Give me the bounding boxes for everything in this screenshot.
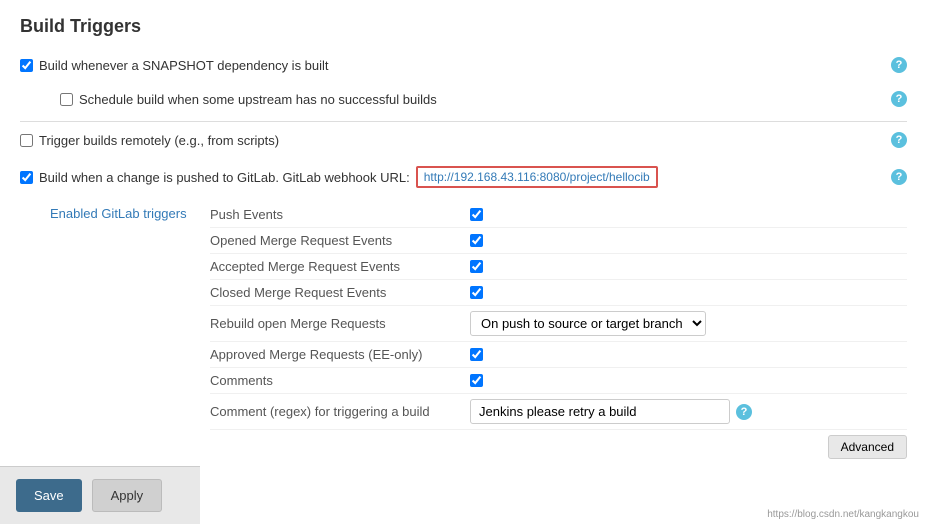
- push-events-label: Push Events: [210, 207, 470, 222]
- rebuild-mr-select[interactable]: Never On push to source or target branch…: [470, 311, 706, 336]
- trigger-row-accepted: Accepted Merge Request Events: [210, 254, 907, 280]
- remote-help-icon[interactable]: ?: [891, 132, 907, 148]
- gitlab-inner: Build when a change is pushed to GitLab.…: [20, 166, 658, 188]
- content-area: Build Triggers Build whenever a SNAPSHOT…: [0, 0, 927, 480]
- advanced-row: Advanced: [210, 430, 907, 464]
- remote-label[interactable]: Trigger builds remotely (e.g., from scri…: [20, 133, 279, 148]
- gitlab-help-icon[interactable]: ?: [891, 169, 907, 185]
- opened-mr-label: Opened Merge Request Events: [210, 233, 470, 248]
- rebuild-mr-control: Never On push to source or target branch…: [470, 311, 706, 336]
- trigger-row-comments: Comments: [210, 368, 907, 394]
- comment-regex-label: Comment (regex) for triggering a build: [210, 404, 470, 419]
- approved-mr-checkbox[interactable]: [470, 348, 483, 361]
- save-button[interactable]: Save: [16, 479, 82, 512]
- comment-regex-input[interactable]: [470, 399, 730, 424]
- snapshot-help-icon[interactable]: ?: [891, 57, 907, 73]
- gitlab-text: Build when a change is pushed to GitLab.…: [39, 170, 410, 185]
- gitlab-row: Build when a change is pushed to GitLab.…: [20, 162, 907, 192]
- schedule-row: Schedule build when some upstream has no…: [20, 87, 907, 111]
- page-container: Build Triggers Build whenever a SNAPSHOT…: [0, 0, 927, 524]
- closed-mr-label: Closed Merge Request Events: [210, 285, 470, 300]
- comment-regex-control: ?: [470, 399, 752, 424]
- trigger-row-comment-regex: Comment (regex) for triggering a build ?: [210, 394, 907, 430]
- schedule-text: Schedule build when some upstream has no…: [79, 92, 437, 107]
- apply-button[interactable]: Apply: [92, 479, 163, 512]
- remote-row: Trigger builds remotely (e.g., from scri…: [20, 128, 907, 152]
- snapshot-row: Build whenever a SNAPSHOT dependency is …: [20, 53, 907, 77]
- schedule-checkbox[interactable]: [60, 93, 73, 106]
- accepted-mr-label: Accepted Merge Request Events: [210, 259, 470, 274]
- bottom-bar: Save Apply: [0, 466, 200, 524]
- snapshot-text: Build whenever a SNAPSHOT dependency is …: [39, 58, 329, 73]
- trigger-row-opened: Opened Merge Request Events: [210, 228, 907, 254]
- trigger-row-approved: Approved Merge Requests (EE-only): [210, 342, 907, 368]
- closed-mr-checkbox[interactable]: [470, 286, 483, 299]
- snapshot-label[interactable]: Build whenever a SNAPSHOT dependency is …: [20, 58, 329, 73]
- accepted-mr-checkbox[interactable]: [470, 260, 483, 273]
- closed-mr-control: [470, 286, 483, 299]
- accepted-mr-control: [470, 260, 483, 273]
- opened-mr-checkbox[interactable]: [470, 234, 483, 247]
- remote-text: Trigger builds remotely (e.g., from scri…: [39, 133, 279, 148]
- enabled-gitlab-section: Enabled GitLab triggers Push Events Open…: [50, 202, 907, 464]
- webhook-url: http://192.168.43.116:8080/project/hello…: [416, 166, 658, 188]
- advanced-button[interactable]: Advanced: [828, 435, 907, 459]
- enabled-gitlab-label: Enabled GitLab triggers: [50, 202, 210, 464]
- trigger-row-rebuild: Rebuild open Merge Requests Never On pus…: [210, 306, 907, 342]
- remote-checkbox[interactable]: [20, 134, 33, 147]
- gitlab-checkbox[interactable]: [20, 171, 33, 184]
- trigger-row-closed: Closed Merge Request Events: [210, 280, 907, 306]
- comments-label: Comments: [210, 373, 470, 388]
- triggers-table: Push Events Opened Merge Request Events …: [210, 202, 907, 464]
- comments-checkbox[interactable]: [470, 374, 483, 387]
- comments-control: [470, 374, 483, 387]
- rebuild-mr-label: Rebuild open Merge Requests: [210, 316, 470, 331]
- page-title: Build Triggers: [20, 16, 907, 37]
- watermark: https://blog.csdn.net/kangkangkou: [767, 509, 919, 520]
- push-events-control: [470, 208, 483, 221]
- push-events-checkbox[interactable]: [470, 208, 483, 221]
- opened-mr-control: [470, 234, 483, 247]
- snapshot-checkbox[interactable]: [20, 59, 33, 72]
- approved-mr-label: Approved Merge Requests (EE-only): [210, 347, 470, 362]
- approved-mr-control: [470, 348, 483, 361]
- schedule-label[interactable]: Schedule build when some upstream has no…: [60, 92, 437, 107]
- schedule-help-icon[interactable]: ?: [891, 91, 907, 107]
- comment-regex-help-icon[interactable]: ?: [736, 404, 752, 420]
- trigger-row-push: Push Events: [210, 202, 907, 228]
